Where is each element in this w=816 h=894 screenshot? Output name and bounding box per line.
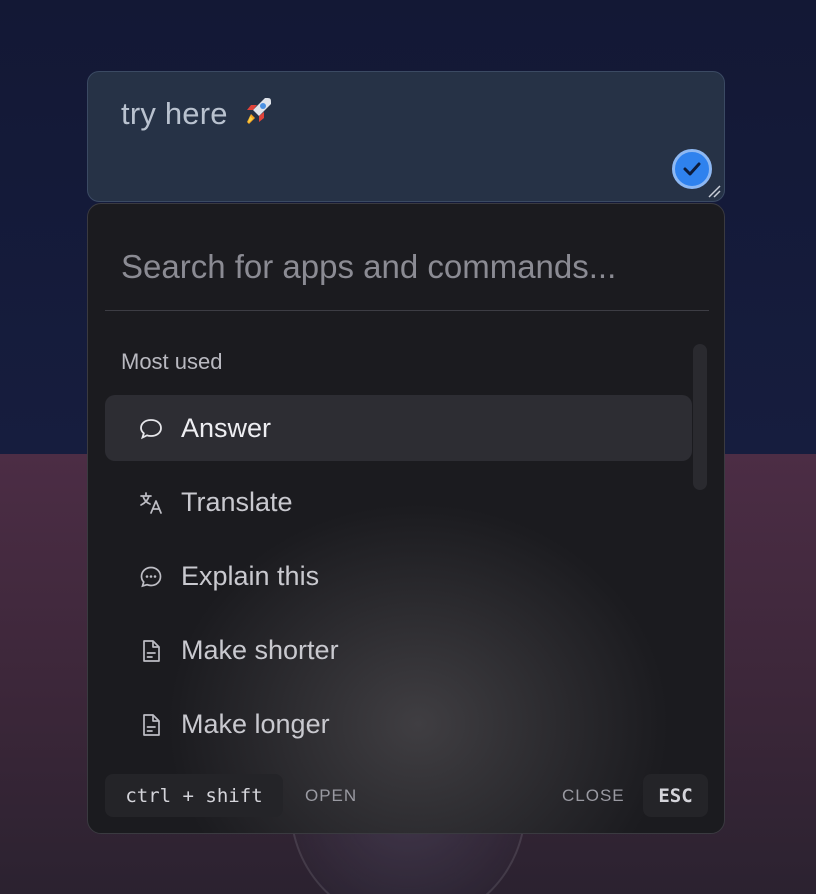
command-item-translate[interactable]: Translate: [105, 469, 692, 535]
command-item-explain-this[interactable]: Explain this: [105, 543, 692, 609]
command-label: Translate: [181, 487, 293, 517]
document-icon: [143, 714, 160, 736]
search-divider: [105, 310, 709, 311]
checkmark-icon: [683, 162, 701, 176]
chat-dots-icon: [140, 566, 162, 588]
rocket-icon: [246, 98, 271, 124]
text-input-area[interactable]: try here: [87, 71, 725, 202]
section-title: Most used: [121, 349, 223, 374]
text-input-value[interactable]: try here: [121, 94, 275, 132]
text-input-value-text: try here: [121, 96, 228, 131]
close-shortcut-key: ESC: [643, 774, 708, 817]
command-item-answer[interactable]: Answer: [105, 395, 692, 461]
document-icon: [143, 640, 160, 662]
scrollbar[interactable]: [693, 344, 707, 490]
open-action-label[interactable]: OPEN: [305, 786, 357, 806]
command-search-input[interactable]: [105, 224, 709, 310]
command-item-make-shorter[interactable]: Make shorter: [105, 617, 692, 683]
command-item-make-longer[interactable]: Make longer: [105, 691, 692, 757]
chat-bubble-icon: [140, 419, 162, 440]
close-action-label[interactable]: CLOSE: [562, 786, 625, 806]
command-label: Explain this: [181, 561, 320, 591]
resize-grip-icon[interactable]: [707, 184, 721, 198]
open-shortcut-key: ctrl + shift: [105, 774, 283, 817]
command-list: Answer Translate Explain this Make short…: [105, 395, 692, 765]
grammar-check-badge[interactable]: [672, 149, 712, 189]
command-palette: Most used Answer Translate Explain this: [87, 203, 725, 834]
translate-icon: [140, 492, 162, 514]
command-label: Make longer: [181, 709, 330, 739]
command-label: Make shorter: [181, 635, 339, 665]
command-label: Answer: [181, 413, 272, 443]
